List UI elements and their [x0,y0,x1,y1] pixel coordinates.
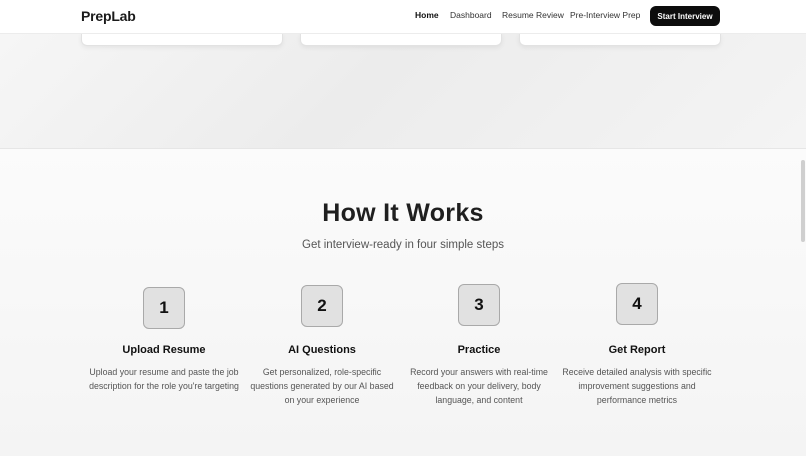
scrollbar[interactable] [800,160,806,456]
nav-link-home[interactable]: Home [415,10,439,20]
section-title: How It Works [322,199,484,227]
step-title: Practice [457,344,501,356]
scrollbar-thumb[interactable] [801,160,805,242]
nav-link-dashboard[interactable]: Dashboard [450,10,492,20]
step-description: Record your answers with real-time feedb… [410,367,548,405]
step-title: AI Questions [288,344,356,356]
step-number-badge: 2 [301,285,343,327]
feature-card [519,33,721,46]
section-subtitle: Get interview-ready in four simple steps [302,239,504,251]
logo[interactable]: PrepLab [81,8,136,24]
step-title: Get Report [608,344,666,356]
nav-link-pre-interview-prep[interactable]: Pre-Interview Prep [570,10,640,20]
step-description: Receive detailed analysis with specific … [562,367,712,405]
step-number-badge: 3 [458,284,500,326]
step-description: Upload your resume and paste the job des… [89,367,239,391]
step-number-badge: 1 [143,287,185,329]
nav-link-resume-review[interactable]: Resume Review [502,10,564,20]
previous-section-background [0,33,806,149]
feature-card [81,33,283,46]
top-navbar: PrepLab Home Dashboard Resume Review Pre… [0,0,806,34]
how-it-works-section [0,149,806,456]
start-interview-button[interactable]: Start Interview [650,6,720,26]
feature-card [300,33,502,46]
step-number-badge: 4 [616,283,658,325]
step-title: Upload Resume [122,344,206,356]
step-description: Get personalized, role-specific question… [250,367,394,405]
